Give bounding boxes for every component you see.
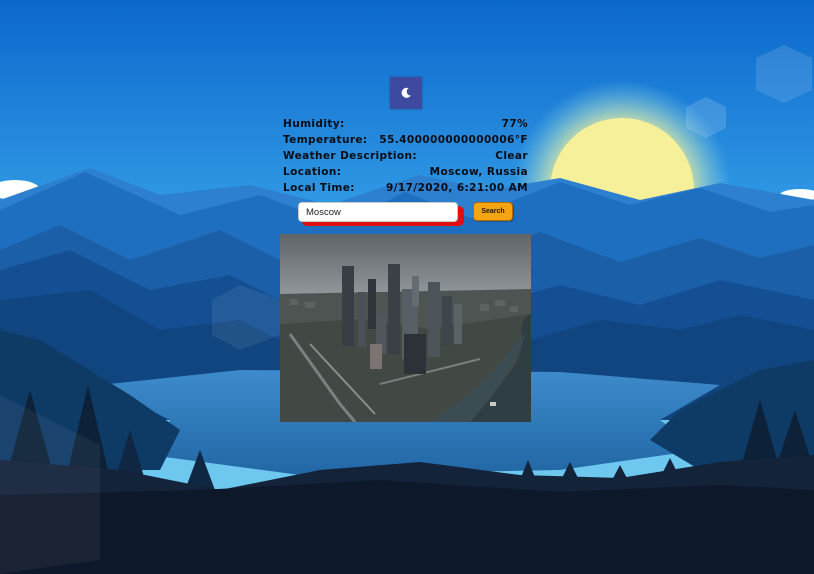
search-button[interactable]: Search xyxy=(473,202,513,221)
temperature-row: Temperature: 55.400000000000006°F xyxy=(283,132,528,148)
weather-icon-tile xyxy=(390,77,422,109)
local-time-label: Local Time: xyxy=(283,182,355,194)
humidity-value: 77% xyxy=(501,118,528,130)
location-row: Location: Moscow, Russia xyxy=(283,164,528,180)
description-label: Weather Description: xyxy=(283,150,417,162)
local-time-row: Local Time: 9/17/2020, 6:21:00 AM xyxy=(283,180,528,196)
temperature-label: Temperature: xyxy=(283,134,368,146)
location-value: Moscow, Russia xyxy=(429,166,528,178)
location-label: Location: xyxy=(283,166,342,178)
humidity-row: Humidity: 77% xyxy=(283,116,528,132)
description-value: Clear xyxy=(495,150,528,162)
local-time-value: 9/17/2020, 6:21:00 AM xyxy=(385,182,528,194)
search-input[interactable] xyxy=(298,202,458,222)
temperature-value: 55.400000000000006°F xyxy=(379,134,528,146)
moon-icon xyxy=(401,87,411,98)
description-row: Weather Description: Clear xyxy=(283,148,528,164)
humidity-label: Humidity: xyxy=(283,118,345,130)
search-field-wrapper xyxy=(298,202,464,226)
city-photo xyxy=(280,234,531,422)
moscow-skyline-image xyxy=(280,234,531,422)
weather-info-panel: Humidity: 77% Temperature: 55.4000000000… xyxy=(283,116,528,196)
